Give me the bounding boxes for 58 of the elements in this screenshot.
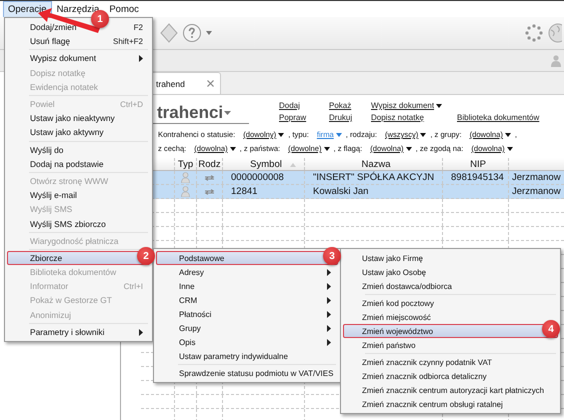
menu-item[interactable]: Opis bbox=[156, 335, 338, 349]
menu-item[interactable]: Parametry i słowniki bbox=[7, 324, 150, 339]
action-link[interactable]: Pokaż bbox=[329, 101, 371, 110]
caret-icon bbox=[406, 146, 412, 150]
table-cell: Kowalski Jan bbox=[313, 186, 368, 197]
submenu-arrow-icon bbox=[139, 328, 143, 336]
caret-icon bbox=[224, 111, 232, 115]
menu-item[interactable]: Płatności bbox=[156, 307, 338, 321]
menu-item[interactable]: Ustaw jako aktywny bbox=[7, 125, 150, 140]
action-link[interactable]: Biblioteka dokumentów bbox=[457, 113, 540, 122]
table-cell: 0000000008 bbox=[231, 172, 284, 183]
menu-item[interactable]: Wyślij SMS zbiorczo bbox=[7, 216, 150, 231]
sort-icon bbox=[290, 163, 296, 167]
loading-icon[interactable] bbox=[524, 23, 544, 43]
contractor-icon bbox=[181, 186, 190, 197]
table-cell: "INSERT" SPÓŁKA AKCYJN bbox=[313, 172, 434, 183]
caret-icon bbox=[506, 146, 513, 150]
caret-icon bbox=[436, 104, 442, 108]
menu-item[interactable]: Adresy bbox=[156, 265, 338, 279]
exchange-icon bbox=[204, 174, 215, 180]
table-cell: Jerzmanow bbox=[512, 172, 561, 183]
menu-item[interactable]: Wypisz dokument bbox=[7, 51, 150, 66]
caret-icon bbox=[420, 132, 426, 136]
column-header[interactable]: Nazwa bbox=[305, 158, 443, 170]
menu-item[interactable]: Sprawdzenie statusu podmiotu w VAT/VIES bbox=[156, 366, 338, 380]
user-icon[interactable] bbox=[551, 54, 561, 66]
caret-icon bbox=[278, 132, 284, 136]
close-icon[interactable] bbox=[207, 80, 214, 87]
action-link[interactable]: Drukuj bbox=[329, 113, 371, 122]
caret-icon bbox=[324, 146, 330, 150]
action-link[interactable]: Popraw bbox=[279, 113, 329, 122]
globe-icon[interactable] bbox=[548, 23, 562, 43]
help-icon[interactable] bbox=[182, 23, 202, 43]
action-link[interactable]: Dopisz notatkę bbox=[371, 113, 457, 122]
menu-item[interactable]: Dodaj na podstawie bbox=[7, 156, 150, 171]
menu-item[interactable]: Inne bbox=[156, 279, 338, 293]
menu-item[interactable]: Wyślij do bbox=[7, 142, 150, 157]
contractor-icon bbox=[181, 172, 190, 183]
table-cell: 8981945134 bbox=[451, 172, 504, 183]
action-link[interactable]: Wypisz dokument bbox=[371, 101, 457, 110]
caret-icon bbox=[230, 146, 236, 150]
table-cell: Jerzmanow bbox=[512, 186, 561, 197]
menu-item[interactable]: CRM bbox=[156, 293, 338, 307]
column-header[interactable]: NIP bbox=[443, 158, 509, 170]
diamond-icon[interactable] bbox=[160, 23, 178, 43]
action-link[interactable]: Dodaj bbox=[279, 101, 329, 110]
exchange-icon bbox=[204, 188, 215, 194]
table-cell: 12841 bbox=[231, 186, 258, 197]
column-header[interactable]: Symbol bbox=[223, 158, 305, 170]
column-header[interactable]: Rodz bbox=[197, 158, 223, 170]
caret-icon[interactable] bbox=[206, 31, 212, 35]
menu-item[interactable]: Grupy bbox=[156, 321, 338, 335]
submenu-arrow-icon bbox=[139, 55, 143, 62]
caret-icon bbox=[336, 132, 342, 136]
column-header[interactable]: Typ bbox=[175, 158, 197, 170]
menu-item[interactable]: Usuń flagę Shift+F2 bbox=[7, 34, 150, 48]
caret-icon bbox=[504, 132, 511, 136]
menu-item[interactable]: Ustaw parametry indywidualne bbox=[156, 349, 338, 363]
